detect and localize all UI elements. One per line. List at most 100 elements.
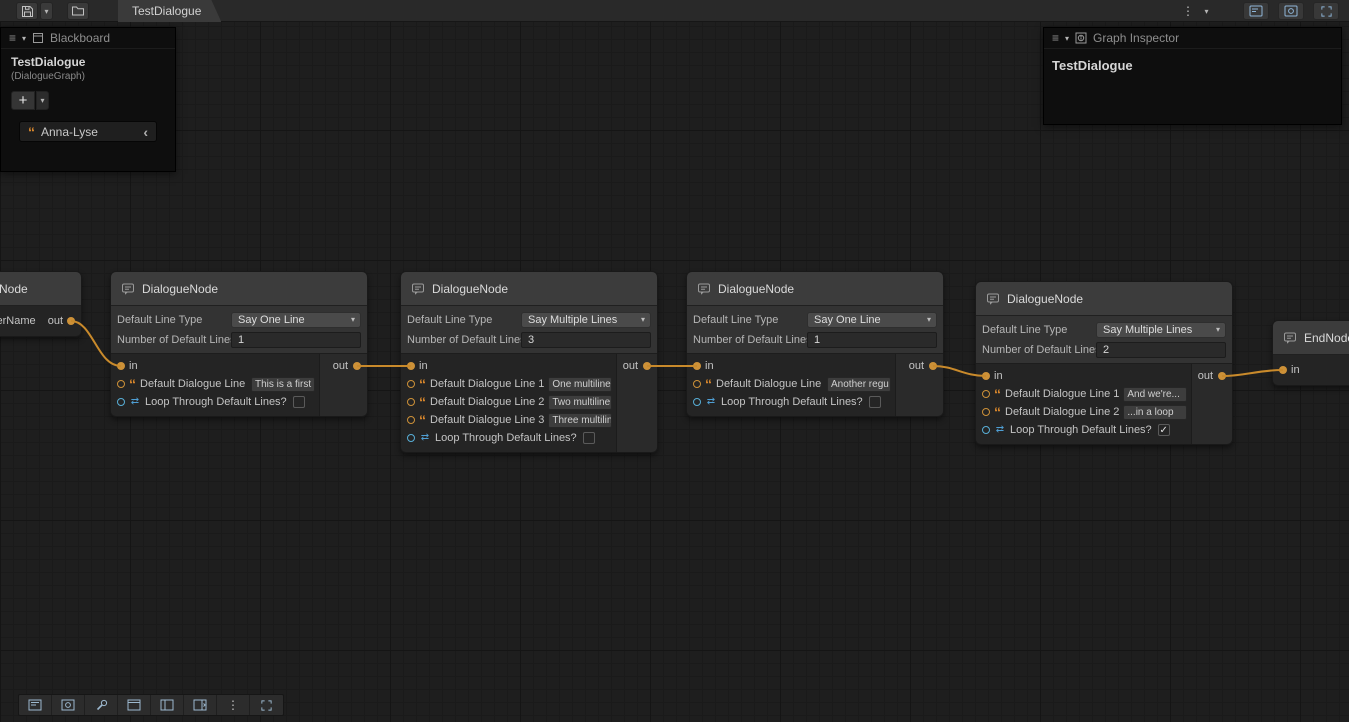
dialogue-node-1[interactable]: DialogueNode Default Line Type Say One L… [110, 271, 368, 417]
input-port[interactable] [1279, 366, 1287, 374]
blackboard-toggle-button[interactable] [19, 695, 52, 715]
loop-checkbox[interactable] [293, 396, 305, 408]
output-port[interactable] [353, 362, 361, 370]
drag-handle-icon[interactable]: ≡ [1052, 31, 1059, 45]
string-property-icon: “ [994, 390, 1001, 398]
blackboard-panel[interactable]: ≡ ▾ Blackboard TestDialogue (DialogueGra… [0, 27, 176, 172]
chevron-left-icon[interactable]: ‹ [143, 127, 148, 137]
open-asset-button[interactable] [67, 2, 89, 20]
dropdown-value: Say One Line [238, 314, 351, 326]
node-title-bar[interactable]: DialogueNode [401, 272, 657, 306]
string-port[interactable] [117, 380, 125, 388]
graph-editor-canvas[interactable]: ▾ TestDialogue ⋮ ▾ [0, 0, 1349, 722]
input-port[interactable] [117, 362, 125, 370]
dialogue-line-field[interactable]: Another regu [827, 377, 891, 392]
dialogue-node-2[interactable]: DialogueNode Default Line Type Say Multi… [400, 271, 658, 453]
string-property-icon: “ [419, 398, 426, 406]
string-port[interactable] [693, 380, 701, 388]
toolbar-more-dropdown[interactable]: ▾ [1200, 2, 1213, 20]
output-port[interactable] [1218, 372, 1226, 380]
node-title-bar[interactable]: DialogueNode [687, 272, 943, 306]
dialogue-node-4[interactable]: DialogueNode Default Line Type Say Multi… [975, 281, 1233, 445]
input-port-row: in [982, 367, 1187, 385]
port-label: Loop Through Default Lines? [435, 432, 577, 444]
dialogue-line-field[interactable]: This is a first [251, 377, 315, 392]
end-node[interactable]: EndNode in [1272, 320, 1349, 386]
fullscreen-button[interactable] [250, 695, 283, 715]
input-port[interactable] [407, 362, 415, 370]
dialogue-line-field[interactable]: Three multiline [548, 413, 612, 428]
dialogue-line-field[interactable]: ...in a loop [1123, 405, 1187, 420]
add-property-button[interactable]: + [11, 91, 35, 110]
toolbar-more-button[interactable]: ⋮ [1177, 2, 1199, 20]
line-type-dropdown[interactable]: Say One Line ▾ [231, 312, 361, 328]
line-count-field[interactable]: 2 [1096, 342, 1226, 358]
dialogue-line-row: “ Default Dialogue Line Another regu [693, 375, 891, 393]
toggle-inspector-button[interactable] [1278, 2, 1304, 20]
port-label: Default Dialogue Line 1 [430, 378, 544, 390]
save-button[interactable] [16, 2, 38, 20]
loop-checkbox[interactable] [583, 432, 595, 444]
output-port[interactable] [643, 362, 651, 370]
line-type-dropdown[interactable]: Say One Line ▾ [807, 312, 937, 328]
collapse-chevron-icon[interactable]: ▾ [1065, 34, 1069, 43]
node-title-bar[interactable]: DialogueNode [976, 282, 1232, 316]
dialogue-node-3[interactable]: DialogueNode Default Line Type Say One L… [686, 271, 944, 417]
preferences-button[interactable] [85, 695, 118, 715]
string-port[interactable] [982, 390, 990, 398]
inspector-toggle-button[interactable] [52, 695, 85, 715]
line-count-field[interactable]: 3 [521, 332, 651, 348]
loop-row: ⇄ Loop Through Default Lines? [693, 393, 891, 411]
line-type-dropdown[interactable]: Say Multiple Lines ▾ [521, 312, 651, 328]
string-port[interactable] [407, 416, 415, 424]
loop-row: ⇄ Loop Through Default Lines? ✓ [982, 421, 1187, 439]
blackboard-header[interactable]: ≡ ▾ Blackboard [1, 28, 175, 49]
speaker-node[interactable]: Node kerName out [0, 271, 82, 337]
more-options-button[interactable]: ⋮ [217, 695, 250, 715]
loop-checkbox[interactable]: ✓ [1158, 424, 1170, 436]
dialogue-line-field[interactable]: One multiline [548, 377, 612, 392]
line-count-field[interactable]: 1 [807, 332, 937, 348]
port-label: in [129, 360, 138, 372]
dialogue-line-field[interactable]: Two multiline [548, 395, 612, 410]
bool-port[interactable] [693, 398, 701, 406]
minimap-toggle-button[interactable] [118, 695, 151, 715]
output-port[interactable] [929, 362, 937, 370]
dialogue-line-field[interactable]: And we're... [1123, 387, 1187, 402]
string-port[interactable] [407, 398, 415, 406]
port-label: out [48, 315, 63, 327]
loop-icon: ⇄ [419, 433, 431, 443]
string-port[interactable] [982, 408, 990, 416]
loop-row: ⇄ Loop Through Default Lines? [407, 429, 612, 447]
toggle-blackboard-button[interactable] [1243, 2, 1269, 20]
bool-port[interactable] [982, 426, 990, 434]
save-options-dropdown[interactable]: ▾ [40, 2, 53, 20]
line-count-field[interactable]: 1 [231, 332, 361, 348]
node-title-bar[interactable]: EndNode [1273, 321, 1349, 355]
node-title-bar[interactable]: Node [0, 272, 81, 306]
string-port[interactable] [407, 380, 415, 388]
panel-toggle-button[interactable] [184, 695, 217, 715]
add-property-dropdown[interactable]: ▾ [36, 91, 49, 110]
node-title-bar[interactable]: DialogueNode [111, 272, 367, 306]
maximize-window-button[interactable] [1313, 2, 1339, 20]
graph-inspector-header[interactable]: ≡ ▾ Graph Inspector [1044, 28, 1341, 49]
drag-handle-icon[interactable]: ≡ [9, 31, 16, 45]
collapse-chevron-icon[interactable]: ▾ [22, 34, 26, 43]
end-node-icon [1283, 331, 1297, 345]
bool-port[interactable] [117, 398, 125, 406]
graph-inspector-panel[interactable]: ≡ ▾ Graph Inspector TestDialogue [1043, 27, 1342, 125]
tab-testdialogue[interactable]: TestDialogue [118, 0, 221, 22]
board-toggle-button[interactable] [151, 695, 184, 715]
chevron-down-icon: ▾ [44, 7, 48, 16]
dropdown-value: Say Multiple Lines [1103, 324, 1216, 336]
loop-checkbox[interactable] [869, 396, 881, 408]
blackboard-field-anna-lyse[interactable]: “ Anna-Lyse ‹ [19, 121, 157, 142]
input-port[interactable] [693, 362, 701, 370]
input-port[interactable] [982, 372, 990, 380]
output-port[interactable] [67, 317, 75, 325]
graph-inspector-label: Graph Inspector [1093, 31, 1179, 45]
port-label: Loop Through Default Lines? [721, 396, 863, 408]
bool-port[interactable] [407, 434, 415, 442]
line-type-dropdown[interactable]: Say Multiple Lines ▾ [1096, 322, 1226, 338]
